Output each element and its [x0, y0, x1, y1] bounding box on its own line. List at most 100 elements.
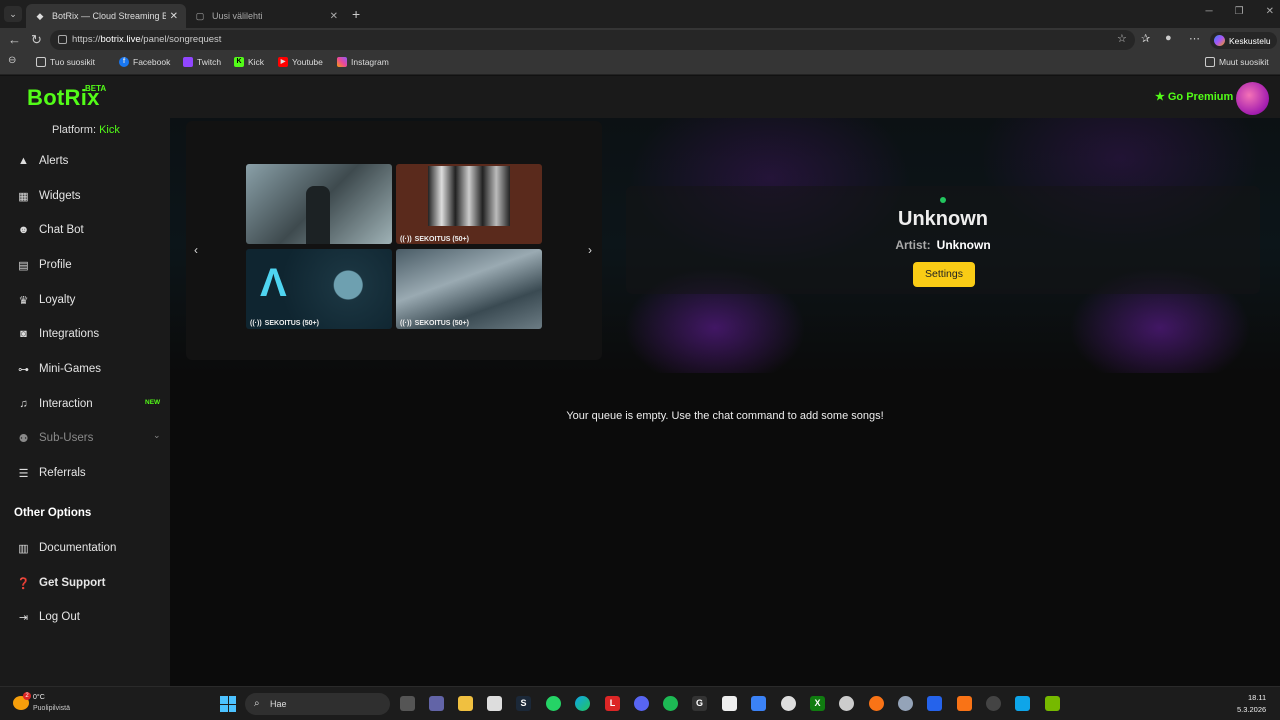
- bookmark-other[interactable]: Muut suosikit: [1205, 57, 1269, 67]
- xbox-icon[interactable]: X: [810, 696, 825, 711]
- sidebar-item-label: Widgets: [39, 190, 81, 202]
- settings-button[interactable]: Settings: [913, 262, 975, 287]
- bookmark-twitch[interactable]: Twitch: [183, 57, 221, 67]
- tab-new[interactable]: ▢ Uusi välilehti ✕: [186, 4, 346, 28]
- sidebar-item-profile[interactable]: ▤ Profile: [16, 258, 71, 272]
- profile-icon[interactable]: ●: [1165, 32, 1172, 44]
- whatsapp-icon[interactable]: [546, 696, 561, 711]
- vlc-icon[interactable]: [957, 696, 972, 711]
- bookmark-facebook[interactable]: f Facebook: [119, 57, 170, 67]
- folder-icon: [1205, 57, 1215, 67]
- spotify-icon[interactable]: [663, 696, 678, 711]
- l-app-icon[interactable]: L: [605, 696, 620, 711]
- window-app-icon[interactable]: [1015, 696, 1030, 711]
- playlist-thumbnail[interactable]: [246, 164, 392, 244]
- discord-icon[interactable]: [634, 696, 649, 711]
- more-icon[interactable]: ⋯: [1189, 32, 1200, 45]
- queue-empty-message: Your queue is empty. Use the chat comman…: [566, 410, 884, 422]
- document-icon[interactable]: [722, 696, 737, 711]
- chevron-down-icon[interactable]: ⌄: [153, 430, 161, 441]
- song-artist: Artist: Unknown: [626, 238, 1260, 252]
- tab-title: BotRix — Cloud Streaming Bot for: [52, 11, 166, 21]
- settings-gear-icon[interactable]: [898, 696, 913, 711]
- youtube-icon: ▶: [278, 57, 288, 67]
- copilot-button[interactable]: Keskustelu: [1210, 32, 1277, 49]
- list-icon: ☰: [18, 467, 29, 480]
- bookmark-kick[interactable]: K Kick: [234, 57, 264, 67]
- nvidia-icon[interactable]: [1045, 696, 1060, 711]
- new-tab-button[interactable]: +: [352, 6, 360, 22]
- clock-date[interactable]: 5.3.2026: [1237, 705, 1266, 714]
- g-hub-icon[interactable]: G: [692, 696, 707, 711]
- url-input[interactable]: https://botrix.live/panel/songrequest: [50, 30, 1135, 50]
- ea-icon[interactable]: [869, 696, 884, 711]
- kick-icon: K: [234, 57, 244, 67]
- close-tab-icon[interactable]: ✕: [170, 11, 178, 22]
- carousel-prev-icon[interactable]: ‹: [194, 243, 198, 257]
- close-tab-icon[interactable]: ✕: [330, 11, 338, 22]
- teams-icon[interactable]: [429, 696, 444, 711]
- avatar[interactable]: [1236, 82, 1269, 115]
- bookmark-youtube[interactable]: ▶ Youtube: [278, 57, 323, 67]
- steelseries-icon[interactable]: [781, 696, 796, 711]
- sidebar-item-label: Get Support: [39, 577, 106, 589]
- facebook-icon: f: [119, 57, 129, 67]
- task-view-icon[interactable]: [400, 696, 415, 711]
- taskbar-search-input[interactable]: ⌕ Hae: [245, 693, 390, 715]
- go-premium-button[interactable]: ★ Go Premium: [1155, 90, 1233, 104]
- sidebar: Platform: Kick ▲ Alerts ▦ Widgets ☻ Chat…: [0, 118, 170, 686]
- mail-icon[interactable]: [751, 696, 766, 711]
- artist-label: Artist:: [895, 238, 931, 252]
- bookmark-instagram[interactable]: Instagram: [337, 57, 389, 67]
- recorder-icon[interactable]: [986, 696, 1001, 711]
- logout-icon: ⇥: [18, 611, 29, 624]
- close-window-icon[interactable]: ✕: [1266, 6, 1274, 17]
- sidebar-item-log-out[interactable]: ⇥ Log Out: [16, 610, 80, 624]
- clock-time[interactable]: 18.11: [1248, 693, 1266, 702]
- tab-actions-button[interactable]: ⌄: [4, 6, 22, 22]
- playlist-thumbnail[interactable]: [396, 249, 542, 329]
- sidebar-item-widgets[interactable]: ▦ Widgets: [16, 189, 81, 203]
- windows-start-icon[interactable]: [220, 696, 236, 712]
- sidebar-item-label: Referrals: [39, 467, 86, 479]
- sidebar-item-label: Documentation: [39, 542, 117, 554]
- bookmark-label: Kick: [248, 57, 265, 67]
- vpn-icon[interactable]: [927, 696, 942, 711]
- back-icon[interactable]: ←: [8, 32, 21, 47]
- song-title: Unknown: [898, 208, 988, 230]
- app-header: BotRix BETA ★ Go Premium: [0, 76, 1280, 118]
- microsoft-store-icon[interactable]: [487, 696, 502, 711]
- carousel-next-icon[interactable]: ›: [588, 243, 592, 257]
- sidebar-item-loyalty[interactable]: ♛ Loyalty: [16, 293, 76, 307]
- bookmark-import[interactable]: Tuo suosikit: [36, 57, 95, 67]
- sidebar-item-interaction[interactable]: ♫ Interaction: [16, 397, 92, 411]
- botrix-app: BotRix BETA ★ Go Premium Platform: Kick …: [0, 76, 1280, 686]
- sidebar-item-mini-games[interactable]: ⊶ Mini-Games: [16, 362, 101, 376]
- favorite-star-icon[interactable]: ☆: [1117, 32, 1127, 45]
- warning-icon: ▲: [18, 155, 29, 167]
- maximize-icon[interactable]: ❐: [1235, 6, 1244, 17]
- sidebar-item-integrations[interactable]: ◙ Integrations: [16, 327, 99, 341]
- sidebar-item-referrals[interactable]: ☰ Referrals: [16, 466, 86, 480]
- bookmark-label: Instagram: [351, 57, 389, 67]
- site-info-icon[interactable]: [58, 35, 67, 44]
- sidebar-toggle-icon[interactable]: ⊖: [8, 55, 16, 66]
- sidebar-item-alerts[interactable]: ▲ Alerts: [16, 154, 68, 168]
- playlist-thumbnail[interactable]: [396, 164, 542, 244]
- steam-icon[interactable]: S: [516, 696, 531, 711]
- sidebar-item-get-support[interactable]: ❓ Get Support: [16, 576, 106, 590]
- window-controls: ─ ❐ ✕: [1206, 6, 1274, 17]
- tab-title: Uusi välilehti: [212, 11, 263, 21]
- minimize-icon[interactable]: ─: [1206, 6, 1213, 17]
- sidebar-item-sub-users[interactable]: ⚉ Sub-Users: [16, 431, 94, 445]
- platform-indicator: Platform: Kick: [52, 124, 120, 136]
- obs-icon[interactable]: [839, 696, 854, 711]
- reload-icon[interactable]: ↻: [31, 32, 42, 48]
- sidebar-item-chat-bot[interactable]: ☻ Chat Bot: [16, 223, 84, 237]
- file-explorer-icon[interactable]: [458, 696, 473, 711]
- edge-icon[interactable]: [575, 696, 590, 711]
- tab-botrix[interactable]: ◆ BotRix — Cloud Streaming Bot for ✕: [26, 4, 186, 28]
- playlist-thumbnail[interactable]: Ʌ: [246, 249, 392, 329]
- favorites-icon[interactable]: ✰: [1141, 32, 1150, 45]
- sidebar-item-documentation[interactable]: ▥ Documentation: [16, 541, 116, 555]
